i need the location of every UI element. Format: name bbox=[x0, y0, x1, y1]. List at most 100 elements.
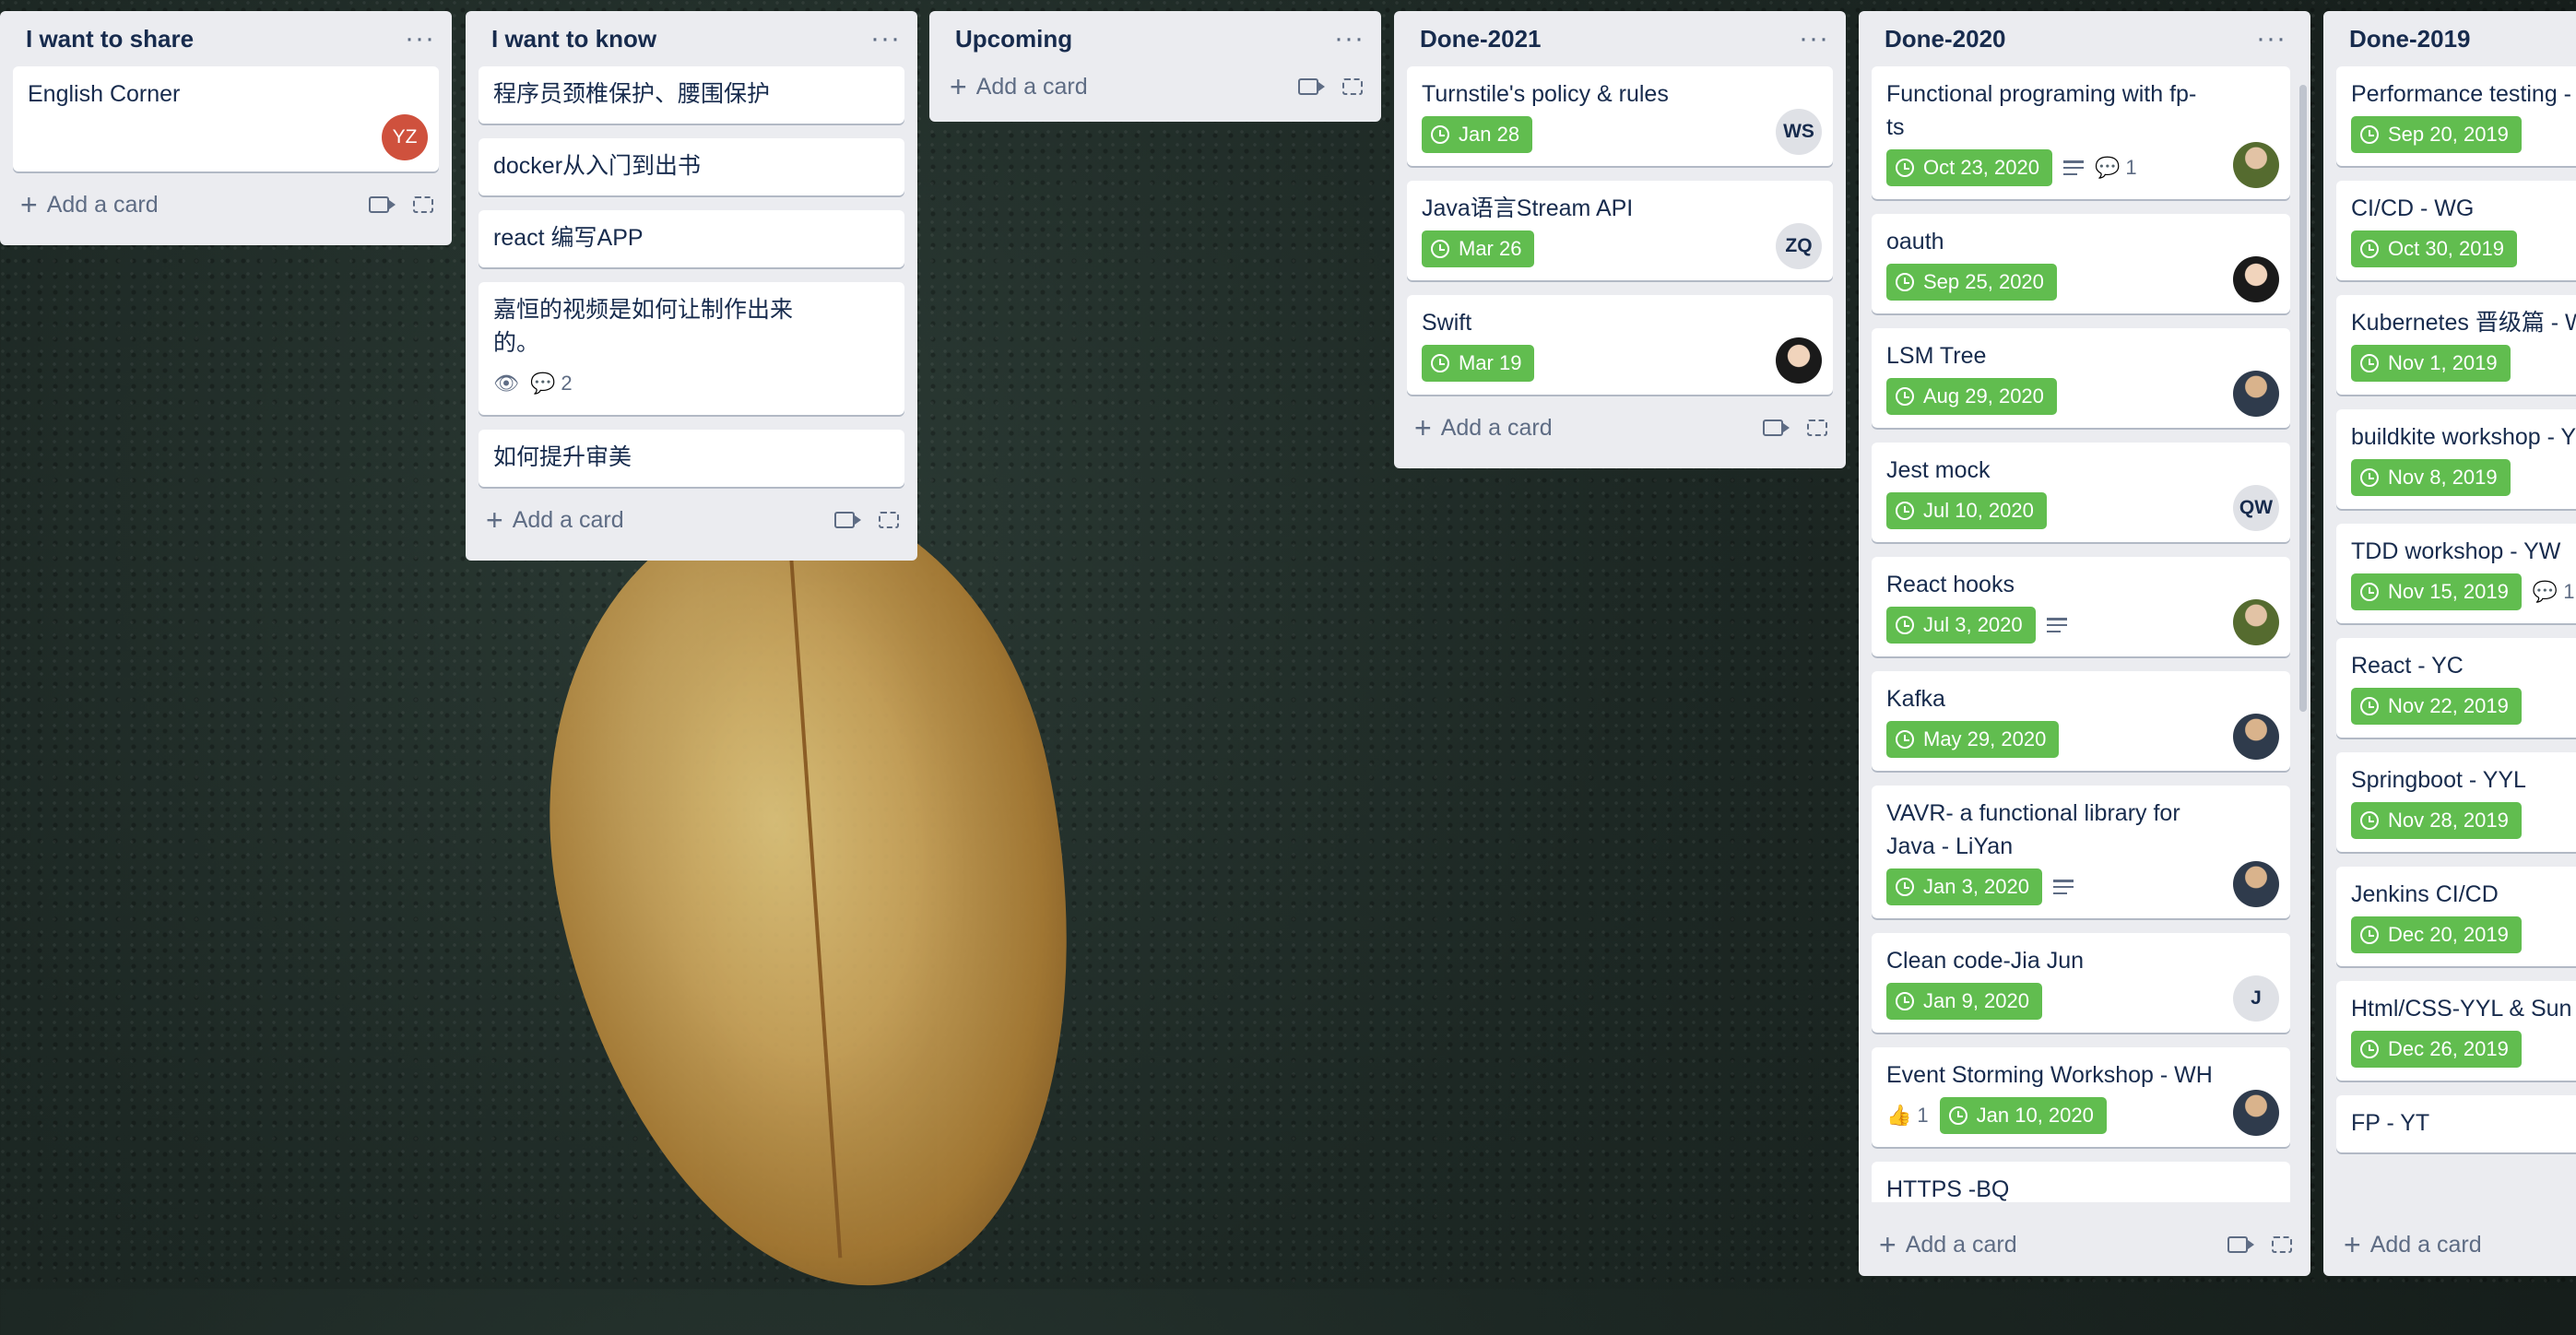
due-date-badge[interactable]: Oct 30, 2019 bbox=[2351, 230, 2517, 267]
due-date-badge[interactable]: Nov 15, 2019 bbox=[2351, 573, 2522, 610]
card[interactable]: TDD workshop - YW Nov 15, 2019 💬 1 bbox=[2336, 524, 2576, 623]
avatar[interactable]: J bbox=[2233, 975, 2279, 1022]
due-date-badge[interactable]: Nov 28, 2019 bbox=[2351, 802, 2522, 839]
due-date-badge[interactable]: Mar 26 bbox=[1422, 230, 1535, 267]
card[interactable]: Kubernetes 晋级篇 - W Nov 1, 2019 bbox=[2336, 295, 2576, 395]
card[interactable]: react 编写APP bbox=[479, 210, 904, 267]
card-title: React - YC bbox=[2351, 653, 2464, 679]
list-menu-button[interactable]: ··· bbox=[1799, 25, 1829, 53]
due-date-badge[interactable]: Nov 1, 2019 bbox=[2351, 345, 2511, 382]
video-icon[interactable] bbox=[2227, 1236, 2254, 1253]
list-menu-button[interactable]: ··· bbox=[870, 25, 901, 53]
card-title: docker从入门到出书 bbox=[493, 153, 702, 179]
card[interactable]: 嘉恒的视频是如何让制作出来的。 👁 💬 2 bbox=[479, 282, 904, 415]
like-badge[interactable]: 👍 1 bbox=[1886, 1104, 1929, 1128]
card-title: FP - YT bbox=[2351, 1110, 2430, 1136]
video-icon[interactable] bbox=[1298, 78, 1325, 95]
list-menu-button[interactable]: ··· bbox=[2256, 25, 2286, 53]
card[interactable]: VAVR- a functional library for Java - Li… bbox=[1872, 786, 2290, 918]
video-icon[interactable] bbox=[369, 196, 396, 213]
due-date-badge[interactable]: Sep 25, 2020 bbox=[1886, 264, 2057, 301]
card-template-icon[interactable] bbox=[413, 196, 433, 213]
avatar[interactable] bbox=[2233, 142, 2279, 188]
card-template-icon[interactable] bbox=[1807, 419, 1827, 436]
due-date-badge[interactable]: Jan 28 bbox=[1422, 116, 1533, 153]
card[interactable]: Event Storming Workshop - WH 👍 1 Jan 10, … bbox=[1872, 1047, 2290, 1147]
card[interactable]: oauth Sep 25, 2020 bbox=[1872, 214, 2290, 313]
card[interactable]: Html/CSS-YYL & Sun Dec 26, 2019 bbox=[2336, 981, 2576, 1081]
card[interactable]: Kafka May 29, 2020 bbox=[1872, 671, 2290, 771]
due-date-badge[interactable]: Nov 22, 2019 bbox=[2351, 688, 2522, 725]
card[interactable]: English Corner YZ bbox=[13, 66, 439, 171]
add-card-button[interactable]: + Add a card bbox=[20, 190, 159, 219]
card-template-icon[interactable] bbox=[2272, 1236, 2292, 1253]
due-date-badge[interactable]: Aug 29, 2020 bbox=[1886, 378, 2057, 415]
add-card-button[interactable]: + Add a card bbox=[2344, 1230, 2482, 1259]
avatar[interactable]: ZQ bbox=[1776, 223, 1822, 269]
list-title[interactable]: Done-2020 bbox=[1885, 25, 2006, 53]
card[interactable]: Jest mock Jul 10, 2020 QW bbox=[1872, 443, 2290, 542]
avatar[interactable] bbox=[1776, 337, 1822, 384]
avatar[interactable] bbox=[2233, 714, 2279, 760]
card[interactable]: 程序员颈椎保护、腰围保护 bbox=[479, 66, 904, 124]
avatar[interactable]: QW bbox=[2233, 485, 2279, 531]
add-card-button[interactable]: + Add a card bbox=[1414, 413, 1553, 443]
card[interactable]: Clean code-Jia Jun Jan 9, 2020 J bbox=[1872, 933, 2290, 1033]
due-date-badge[interactable]: Dec 20, 2019 bbox=[2351, 916, 2522, 953]
card[interactable]: Java语言Stream API Mar 26 ZQ bbox=[1407, 181, 1833, 280]
clock-icon bbox=[1896, 159, 1914, 177]
due-date-badge[interactable]: May 29, 2020 bbox=[1886, 721, 2060, 758]
add-card-button[interactable]: + Add a card bbox=[1879, 1230, 2017, 1259]
video-icon[interactable] bbox=[834, 512, 861, 528]
due-date-badge[interactable]: Jul 10, 2020 bbox=[1886, 492, 2047, 529]
card[interactable]: React hooks Jul 3, 2020 bbox=[1872, 557, 2290, 656]
due-date-badge[interactable]: Jan 3, 2020 bbox=[1886, 868, 2042, 905]
due-date-badge[interactable]: Mar 19 bbox=[1422, 345, 1535, 382]
due-date-text: Jan 28 bbox=[1459, 123, 1520, 146]
add-card-button[interactable]: + Add a card bbox=[486, 505, 624, 535]
card[interactable]: React - YC Nov 22, 2019 bbox=[2336, 638, 2576, 738]
card[interactable]: HTTPS -BQ bbox=[1872, 1162, 2290, 1202]
avatar[interactable] bbox=[2233, 256, 2279, 302]
card[interactable]: LSM Tree Aug 29, 2020 bbox=[1872, 328, 2290, 428]
card[interactable]: Functional programing with fp-ts Oct 23,… bbox=[1872, 66, 2290, 199]
list-scrollbar[interactable] bbox=[2299, 85, 2307, 712]
card[interactable]: Swift Mar 19 bbox=[1407, 295, 1833, 395]
avatar[interactable]: WS bbox=[1776, 109, 1822, 155]
card[interactable]: FP - YT bbox=[2336, 1095, 2576, 1152]
card[interactable]: CI/CD - WG Oct 30, 2019 bbox=[2336, 181, 2576, 280]
avatar[interactable] bbox=[2233, 599, 2279, 645]
add-card-button[interactable]: + Add a card bbox=[950, 72, 1088, 101]
avatar[interactable] bbox=[2233, 1090, 2279, 1136]
due-date-badge[interactable]: Oct 23, 2020 bbox=[1886, 149, 2052, 186]
card[interactable]: 如何提升审美 bbox=[479, 430, 904, 487]
avatar[interactable]: YZ bbox=[382, 114, 428, 160]
card[interactable]: Jenkins CI/CD Dec 20, 2019 bbox=[2336, 867, 2576, 966]
due-date-badge[interactable]: Nov 8, 2019 bbox=[2351, 459, 2511, 496]
video-icon[interactable] bbox=[1763, 419, 1790, 436]
list-title[interactable]: Done-2021 bbox=[1420, 25, 1542, 53]
card[interactable]: docker从入门到出书 bbox=[479, 138, 904, 195]
due-date-badge[interactable]: Jul 3, 2020 bbox=[1886, 607, 2036, 644]
card-template-icon[interactable] bbox=[879, 512, 899, 528]
card-title: Kubernetes 晋级篇 - W bbox=[2351, 310, 2576, 336]
due-date-badge[interactable]: Dec 26, 2019 bbox=[2351, 1031, 2522, 1068]
avatar[interactable] bbox=[2233, 861, 2279, 907]
list-title[interactable]: I want to share bbox=[26, 25, 194, 53]
list-title[interactable]: Done-2019 bbox=[2349, 25, 2471, 53]
due-date-badge[interactable]: Sep 20, 2019 bbox=[2351, 116, 2522, 153]
list-menu-button[interactable]: ··· bbox=[1334, 25, 1365, 53]
card[interactable]: Turnstile's policy & rules Jan 28 WS bbox=[1407, 66, 1833, 166]
list-title[interactable]: I want to know bbox=[491, 25, 656, 53]
due-date-badge[interactable]: Jan 9, 2020 bbox=[1886, 983, 2042, 1020]
card[interactable]: Performance testing - Sep 20, 2019 bbox=[2336, 66, 2576, 166]
like-count: 1 bbox=[1917, 1104, 1929, 1127]
avatar[interactable] bbox=[2233, 371, 2279, 417]
card[interactable]: buildkite workshop - Y Nov 8, 2019 bbox=[2336, 409, 2576, 509]
list-title[interactable]: Upcoming bbox=[955, 25, 1072, 53]
list-i-want-to-share: I want to share ··· English Corner YZ + … bbox=[0, 11, 452, 245]
card[interactable]: Springboot - YYL Nov 28, 2019 bbox=[2336, 752, 2576, 852]
card-template-icon[interactable] bbox=[1342, 78, 1363, 95]
due-date-badge[interactable]: Jan 10, 2020 bbox=[1939, 1097, 2107, 1134]
list-menu-button[interactable]: ··· bbox=[405, 25, 435, 53]
